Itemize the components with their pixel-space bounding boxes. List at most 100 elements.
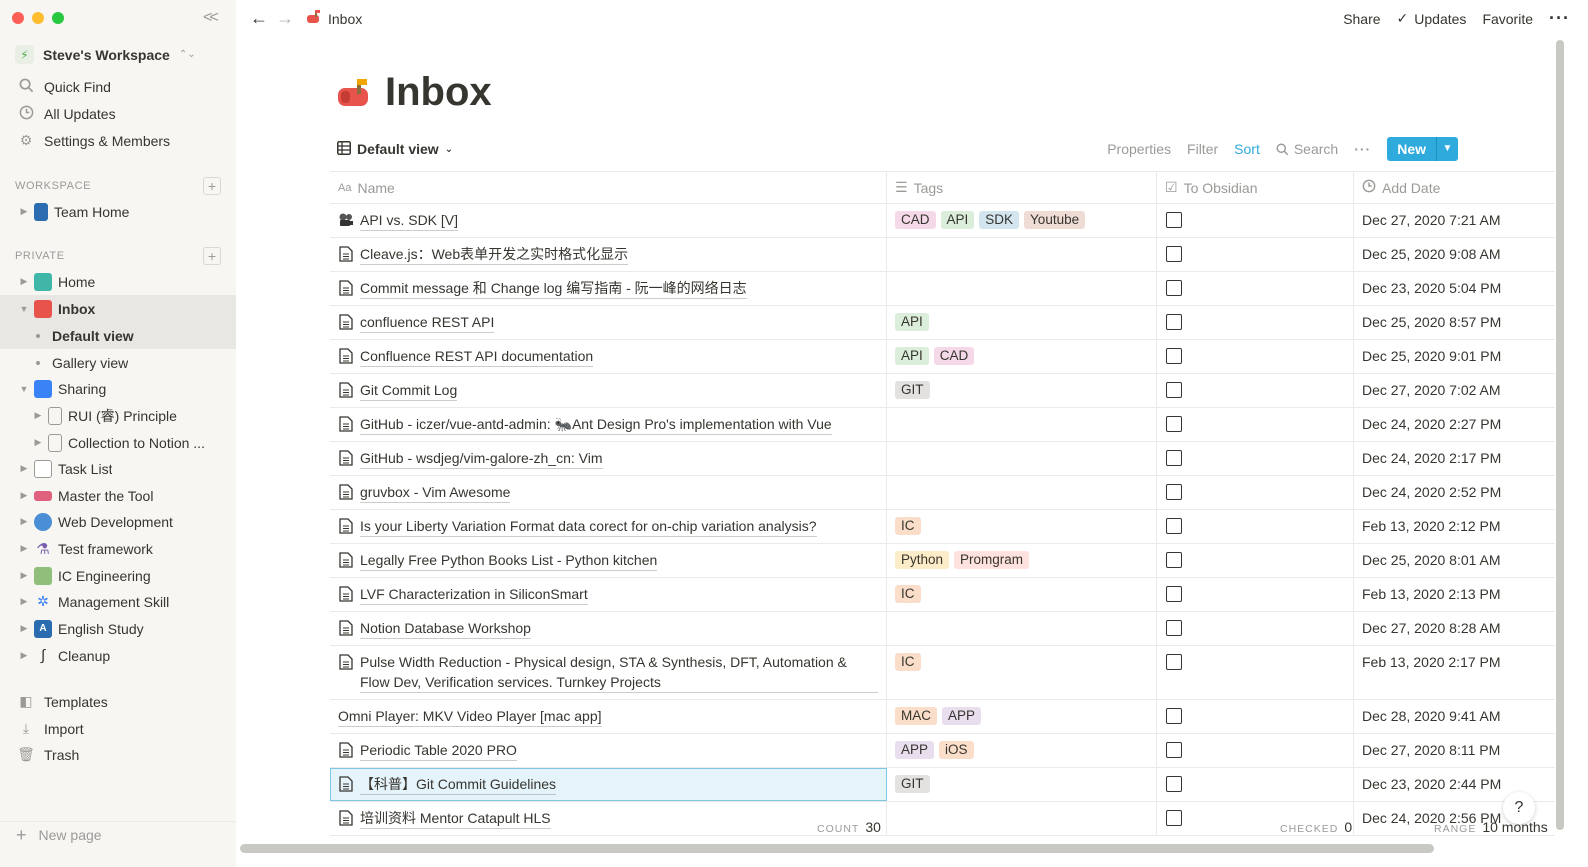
expand-triangle-icon[interactable]: ▶: [18, 623, 30, 634]
name-cell[interactable]: GitHub - iczer/vue-antd-admin: 🐜Ant Desi…: [330, 408, 887, 441]
all-updates-item[interactable]: All Updates: [0, 100, 236, 127]
add-date-cell[interactable]: Dec 27, 2020 7:02 AM: [1354, 374, 1555, 407]
name-cell[interactable]: Periodic Table 2020 PRO: [330, 734, 887, 767]
add-date-cell[interactable]: Dec 23, 2020 5:04 PM: [1354, 272, 1555, 305]
chevron-down-icon[interactable]: ▼: [1436, 137, 1458, 161]
name-cell[interactable]: Git Commit Log: [330, 374, 887, 407]
to-obsidian-checkbox[interactable]: [1166, 484, 1182, 500]
add-date-cell[interactable]: Feb 13, 2020 2:13 PM: [1354, 578, 1555, 611]
name-cell[interactable]: gruvbox - Vim Awesome: [330, 476, 887, 509]
minimize-window-button[interactable]: [32, 12, 44, 24]
favorite-button[interactable]: Favorite: [1482, 11, 1533, 27]
sidebar-item-english-study[interactable]: ▶ A English Study: [0, 615, 236, 642]
table-row[interactable]: Periodic Table 2020 PRO APP iOS Dec 27, 202…: [330, 734, 1555, 768]
new-button-label[interactable]: New: [1387, 137, 1436, 161]
add-date-cell[interactable]: Dec 24, 2020 2:27 PM: [1354, 408, 1555, 441]
more-icon[interactable]: ···: [1354, 141, 1371, 157]
collapse-triangle-icon[interactable]: ▼: [18, 384, 30, 394]
sidebar-item-collection-to-notion[interactable]: ▶ Collection to Notion ...: [0, 429, 236, 456]
name-cell[interactable]: Commit message 和 Change log 编写指南 - 阮一峰的网…: [330, 272, 887, 305]
to-obsidian-checkbox[interactable]: [1166, 518, 1182, 534]
add-date-cell[interactable]: Dec 28, 2020 9:41 AM: [1354, 700, 1555, 733]
to-obsidian-checkbox[interactable]: [1166, 212, 1182, 228]
tags-cell[interactable]: GIT: [887, 768, 1157, 801]
table-row[interactable]: 【科普】Git Commit Guidelines GIT Dec 23, 2020…: [330, 768, 1555, 802]
row-title-text[interactable]: Git Commit Log: [360, 380, 458, 401]
add-date-cell[interactable]: Feb 13, 2020 2:12 PM: [1354, 510, 1555, 543]
expand-triangle-icon[interactable]: ▶: [18, 596, 30, 607]
to-obsidian-checkbox[interactable]: [1166, 586, 1182, 602]
share-button[interactable]: Share: [1343, 11, 1380, 27]
column-header-add-date[interactable]: Add Date: [1354, 172, 1555, 203]
to-obsidian-checkbox[interactable]: [1166, 450, 1182, 466]
tags-cell[interactable]: GIT: [887, 374, 1157, 407]
sidebar-item-test-framework[interactable]: ▶ ⚗ Test framework: [0, 535, 236, 562]
back-arrow-icon[interactable]: ←: [250, 8, 268, 29]
name-cell[interactable]: Legally Free Python Books List - Python …: [330, 544, 887, 577]
tags-cell[interactable]: CAD API SDK Youtube: [887, 204, 1157, 237]
to-obsidian-checkbox[interactable]: [1166, 552, 1182, 568]
add-date-cell[interactable]: Dec 27, 2020 8:11 PM: [1354, 734, 1555, 767]
breadcrumb[interactable]: Inbox: [306, 9, 362, 28]
name-cell[interactable]: 【科普】Git Commit Guidelines: [330, 768, 887, 801]
tags-cell[interactable]: API: [887, 306, 1157, 339]
tags-cell[interactable]: [887, 476, 1157, 509]
updates-button[interactable]: ✓ Updates: [1397, 10, 1467, 27]
search-button[interactable]: Search: [1276, 141, 1338, 157]
tags-cell[interactable]: Python Promgram: [887, 544, 1157, 577]
row-title-text[interactable]: Notion Database Workshop: [360, 618, 531, 639]
row-title-text[interactable]: gruvbox - Vim Awesome: [360, 482, 511, 503]
column-header-tags[interactable]: ☰ Tags: [887, 172, 1157, 203]
templates-item[interactable]: ◧ Templates: [0, 688, 236, 715]
sidebar-item-web-development[interactable]: ▶ Web Development: [0, 508, 236, 535]
to-obsidian-checkbox[interactable]: [1166, 382, 1182, 398]
tags-cell[interactable]: IC: [887, 646, 1157, 699]
quick-find-item[interactable]: Quick Find: [0, 73, 236, 100]
sidebar-item-task-list[interactable]: ▶ Task List: [0, 455, 236, 482]
sidebar-item-cleanup[interactable]: ▶ ∫ Cleanup: [0, 642, 236, 669]
expand-triangle-icon[interactable]: ▶: [32, 410, 44, 421]
add-date-cell[interactable]: Dec 25, 2020 8:01 AM: [1354, 544, 1555, 577]
sidebar-item-home[interactable]: ▶ Home: [0, 268, 236, 295]
row-title-text[interactable]: GitHub - iczer/vue-antd-admin: 🐜Ant Desi…: [360, 414, 832, 435]
to-obsidian-checkbox[interactable]: [1166, 654, 1182, 670]
table-row[interactable]: Git Commit Log GIT Dec 27, 2020 7:02 AM: [330, 374, 1555, 408]
view-selector[interactable]: Default view ⌄: [337, 140, 453, 158]
name-cell[interactable]: Omni Player: MKV Video Player [mac app]: [330, 700, 887, 733]
expand-triangle-icon[interactable]: ▶: [32, 437, 44, 448]
mailbox-icon[interactable]: [337, 76, 371, 110]
sidebar-item-rui-principle[interactable]: ▶ RUI (睿) Principle: [0, 402, 236, 429]
row-title-text[interactable]: GitHub - wsdjeg/vim-galore-zh_cn: Vim: [360, 448, 603, 469]
expand-triangle-icon[interactable]: ▶: [18, 490, 30, 501]
checked-summary[interactable]: CHECKED 0: [1280, 819, 1352, 835]
help-button[interactable]: ?: [1503, 792, 1535, 824]
range-summary[interactable]: RANGE 10 months: [1434, 819, 1548, 835]
expand-triangle-icon[interactable]: ▶: [18, 570, 30, 581]
row-title-text[interactable]: confluence REST API: [360, 312, 495, 333]
table-row[interactable]: Is your Liberty Variation Format data co…: [330, 510, 1555, 544]
collapse-triangle-icon[interactable]: ▼: [18, 304, 30, 314]
add-workspace-page-button[interactable]: +: [203, 177, 221, 195]
expand-triangle-icon[interactable]: ▶: [18, 543, 30, 554]
new-page-button[interactable]: + New page: [0, 821, 236, 848]
table-row[interactable]: Cleave.js：Web表单开发之实时格式化显示 Dec 25, 2020 9:…: [330, 238, 1555, 272]
vertical-scrollbar[interactable]: [1556, 40, 1564, 830]
expand-triangle-icon[interactable]: ▶: [18, 516, 30, 527]
collapse-sidebar-icon[interactable]: <<: [203, 9, 219, 27]
tags-cell[interactable]: [887, 272, 1157, 305]
row-title-text[interactable]: Commit message 和 Change log 编写指南 - 阮一峰的网…: [360, 278, 747, 299]
page-title[interactable]: Inbox: [385, 70, 492, 115]
table-row[interactable]: API vs. SDK [V] CAD API SDK Youtube Dec 27, 2…: [330, 204, 1555, 238]
expand-triangle-icon[interactable]: ▶: [18, 463, 30, 474]
name-cell[interactable]: Confluence REST API documentation: [330, 340, 887, 373]
to-obsidian-checkbox[interactable]: [1166, 742, 1182, 758]
name-cell[interactable]: LVF Characterization in SiliconSmart: [330, 578, 887, 611]
table-row[interactable]: gruvbox - Vim Awesome Dec 24, 2020 2:52 P…: [330, 476, 1555, 510]
table-row[interactable]: Commit message 和 Change log 编写指南 - 阮一峰的网…: [330, 272, 1555, 306]
expand-triangle-icon[interactable]: ▶: [18, 206, 30, 217]
row-title-text[interactable]: 【科普】Git Commit Guidelines: [360, 774, 557, 795]
to-obsidian-checkbox[interactable]: [1166, 620, 1182, 636]
count-summary[interactable]: COUNT 30: [817, 819, 881, 835]
add-date-cell[interactable]: Feb 13, 2020 2:17 PM: [1354, 646, 1555, 699]
row-title-text[interactable]: Is your Liberty Variation Format data co…: [360, 516, 817, 537]
